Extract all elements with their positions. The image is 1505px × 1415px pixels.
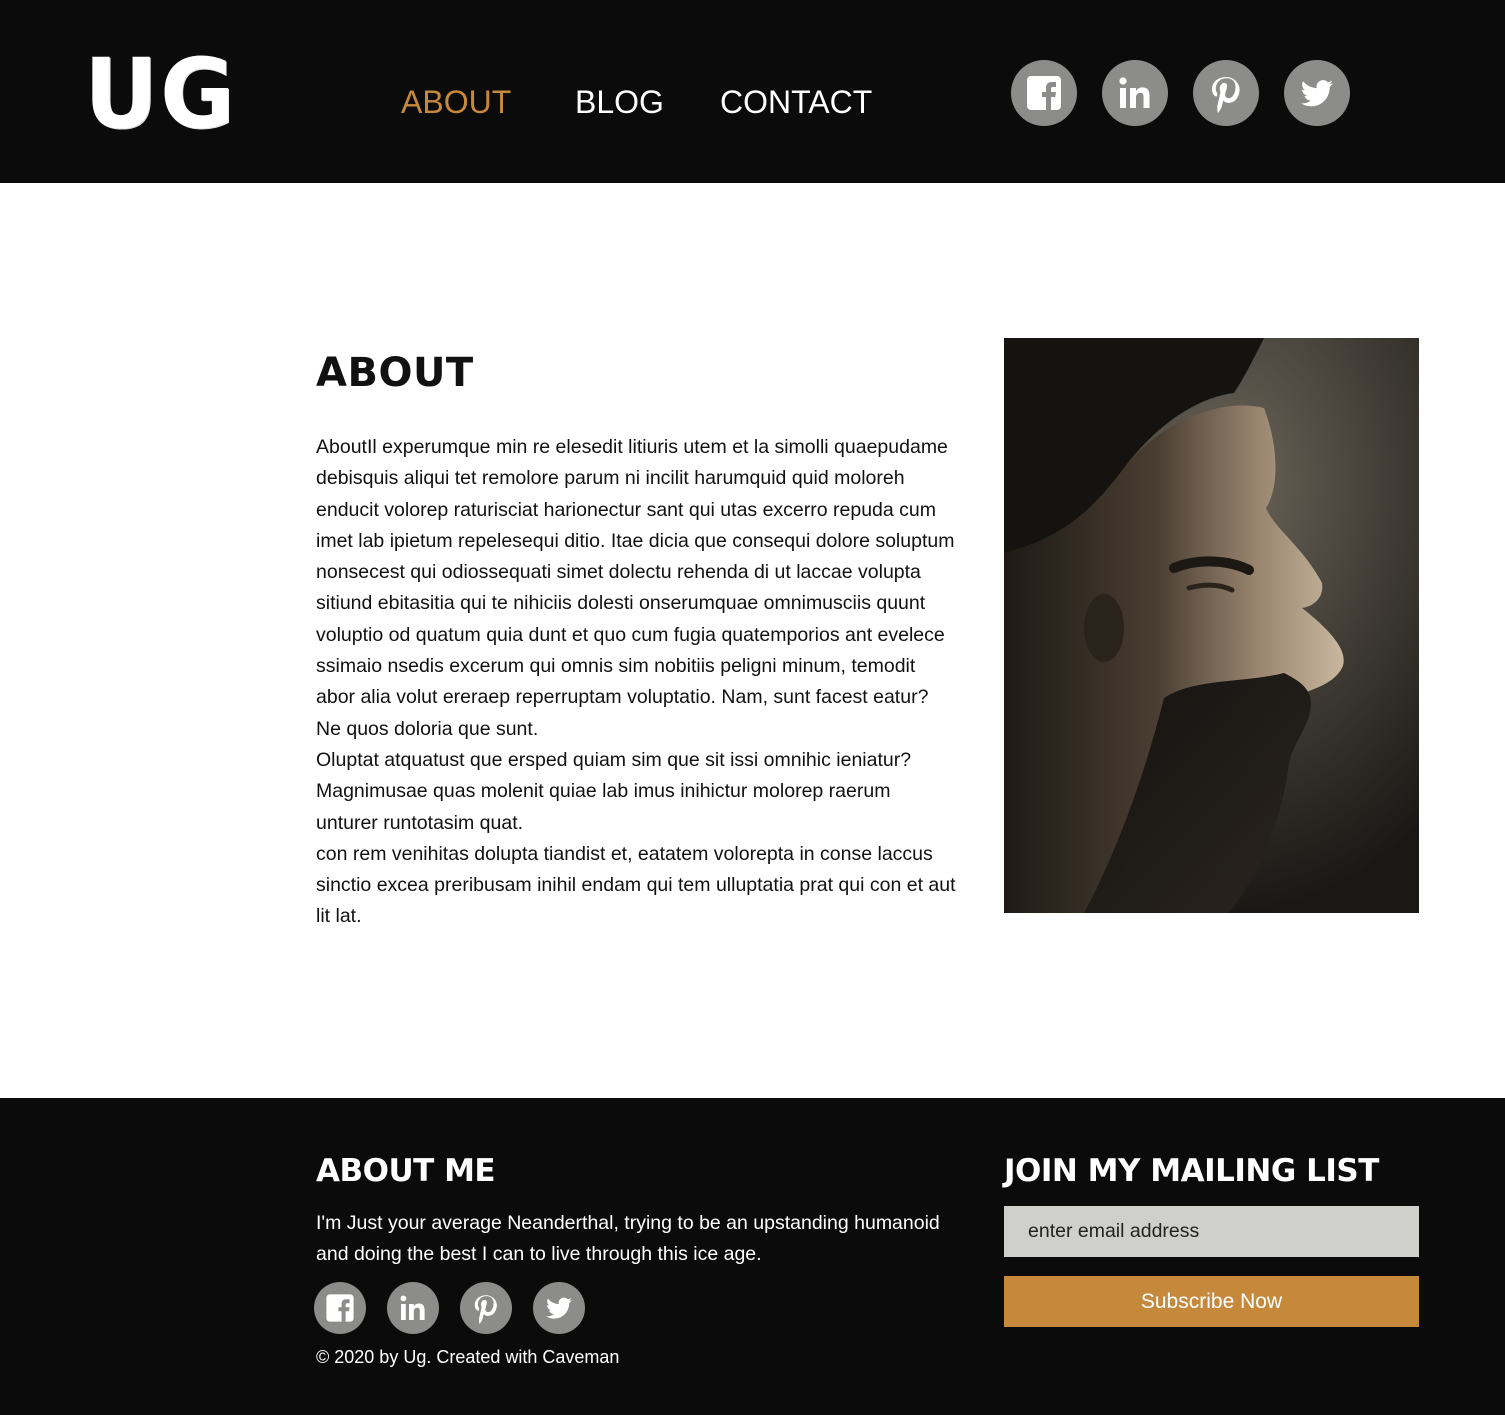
nav-blog[interactable]: BLOG bbox=[575, 80, 664, 124]
profile-photo-image bbox=[1004, 338, 1419, 913]
nav-about[interactable]: ABOUT bbox=[401, 80, 511, 124]
about-me-title: ABOUT ME bbox=[316, 1153, 496, 1189]
mailing-list-title: JOIN MY MAILING LIST bbox=[1004, 1153, 1379, 1189]
email-input[interactable] bbox=[1004, 1206, 1419, 1257]
twitter-icon bbox=[1300, 80, 1333, 107]
subscribe-button[interactable]: Subscribe Now bbox=[1004, 1276, 1419, 1327]
site-logo[interactable]: UG bbox=[84, 44, 244, 144]
about-paragraph: Oluptat atquatust que ersped quiam sim q… bbox=[316, 748, 912, 834]
facebook-icon bbox=[326, 1294, 354, 1322]
about-me-text: I'm Just your average Neanderthal, tryin… bbox=[316, 1212, 940, 1265]
facebook-link[interactable] bbox=[1011, 60, 1077, 126]
facebook-icon bbox=[1027, 76, 1061, 110]
logo-text: UG bbox=[84, 38, 237, 150]
footer-linkedin-link[interactable] bbox=[387, 1282, 439, 1334]
pinterest-icon bbox=[474, 1295, 497, 1324]
site-header: UG ABOUT BLOG CONTACT bbox=[0, 0, 1505, 183]
footer-twitter-link[interactable] bbox=[533, 1282, 585, 1334]
linkedin-link[interactable] bbox=[1102, 60, 1168, 126]
linkedin-icon bbox=[1119, 77, 1150, 108]
pinterest-link[interactable] bbox=[1193, 60, 1259, 126]
footer-facebook-link[interactable] bbox=[314, 1282, 366, 1334]
linkedin-icon bbox=[400, 1295, 425, 1320]
twitter-link[interactable] bbox=[1284, 60, 1350, 126]
pinterest-icon bbox=[1212, 77, 1240, 113]
profile-photo bbox=[1004, 338, 1419, 913]
nav-contact[interactable]: CONTACT bbox=[720, 80, 872, 124]
copyright-text: © 2020 by Ug. Created with Caveman bbox=[316, 1347, 620, 1367]
page-title: ABOUT bbox=[316, 350, 474, 396]
about-body: AboutIl experumque min re elesedit litiu… bbox=[316, 432, 956, 933]
about-paragraph: AboutIl experumque min re elesedit litiu… bbox=[316, 436, 955, 740]
twitter-icon bbox=[546, 1297, 572, 1319]
footer-pinterest-link[interactable] bbox=[460, 1282, 512, 1334]
about-paragraph: con rem venihitas dolupta tiandist et, e… bbox=[316, 842, 956, 928]
